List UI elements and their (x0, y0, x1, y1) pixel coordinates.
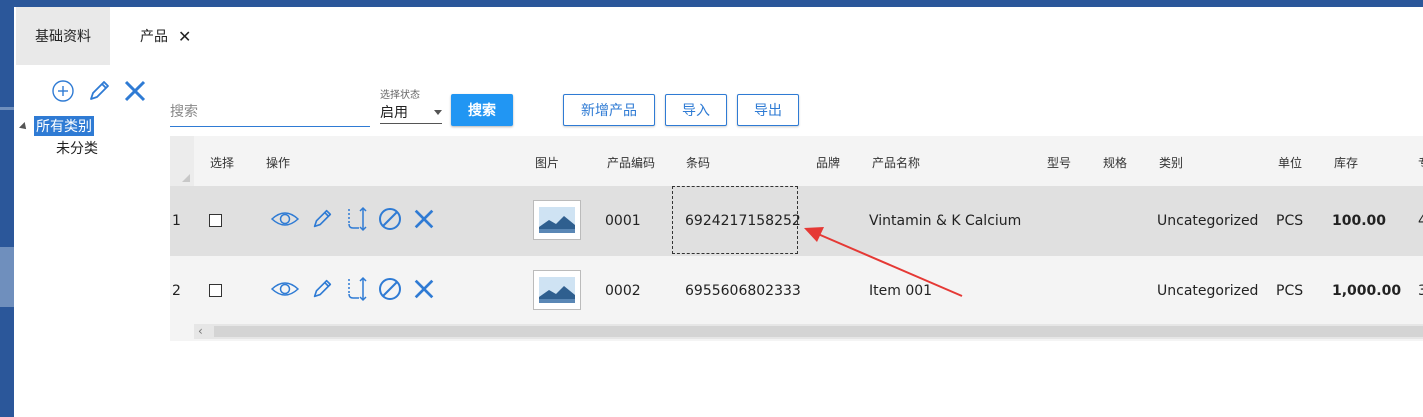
tree-item-uncategorized[interactable]: 未分类 (56, 138, 98, 158)
cell-barcode[interactable]: 6955606802333 (685, 283, 801, 299)
tab-basic-data[interactable]: 基础资料 (16, 7, 110, 65)
row-checkbox[interactable] (209, 214, 222, 227)
cell-name: Vintamin & K Calcium (869, 213, 1022, 229)
horizontal-scrollbar[interactable]: ‹ (194, 324, 1423, 339)
header-select[interactable]: 选择 (210, 154, 234, 171)
cell-stock: 100.00 (1332, 213, 1387, 229)
status-select-label: 选择状态 (380, 90, 420, 101)
header-model[interactable]: 型号 (1047, 154, 1071, 171)
left-bar-highlight (0, 247, 14, 307)
table-row[interactable]: 1 0001 6924217158252 Vintamin & K Calciu… (170, 186, 1423, 256)
pencil-icon[interactable] (310, 277, 334, 301)
import-button[interactable]: 导入 (665, 94, 727, 126)
row-index: 1 (172, 213, 181, 229)
export-button[interactable]: 导出 (737, 94, 799, 126)
delete-icon[interactable] (412, 277, 436, 301)
row-checkbox[interactable] (209, 284, 222, 297)
cell-code: 0002 (605, 283, 641, 299)
row-index: 2 (172, 283, 181, 299)
select-all-triangle-icon (182, 174, 190, 182)
header-unit[interactable]: 单位 (1278, 154, 1302, 171)
pencil-icon[interactable] (86, 78, 112, 104)
scrollbar-thumb[interactable] (214, 326, 1423, 337)
header-brand[interactable]: 品牌 (816, 154, 840, 171)
window-left-bar (0, 7, 14, 417)
header-extra[interactable]: 专 (1418, 154, 1423, 171)
cell-unit: PCS (1276, 283, 1304, 299)
tab-label: 产品 (140, 29, 168, 45)
status-select-field[interactable]: 启用 (380, 101, 442, 124)
grid-corner[interactable] (170, 136, 194, 186)
expand-triangle-icon[interactable] (19, 122, 29, 132)
cell-stock: 1,000.00 (1332, 283, 1402, 299)
close-icon[interactable]: ✕ (178, 27, 191, 46)
left-bar-mark (0, 107, 14, 110)
new-product-button[interactable]: 新增产品 (563, 94, 655, 126)
header-spec[interactable]: 规格 (1103, 154, 1127, 171)
split-icon[interactable] (344, 276, 368, 302)
image-placeholder-icon (539, 277, 575, 303)
product-grid: 选择 操作 图片 产品编码 条码 品牌 产品名称 型号 规格 类别 单位 库存 … (170, 136, 1423, 341)
tree-item-label: 所有类别 (34, 116, 94, 136)
product-image-thumbnail[interactable] (533, 270, 581, 310)
disable-icon[interactable] (378, 277, 402, 301)
pencil-icon[interactable] (310, 207, 334, 231)
cell-category: Uncategorized (1157, 213, 1259, 229)
delete-icon[interactable] (412, 207, 436, 231)
cell-barcode[interactable]: 6924217158252 (685, 213, 801, 229)
grid-header: 选择 操作 图片 产品编码 条码 品牌 产品名称 型号 规格 类别 单位 库存 … (170, 136, 1423, 186)
tab-bar: 基础资料 产品 ✕ (14, 7, 1423, 65)
header-stock[interactable]: 库存 (1334, 154, 1358, 171)
status-select-value: 启用 (380, 105, 408, 121)
tab-label: 基础资料 (35, 29, 91, 45)
header-code[interactable]: 产品编码 (607, 154, 655, 171)
scroll-left-arrow-icon[interactable]: ‹ (198, 324, 203, 338)
window-top-bar (0, 0, 1423, 7)
cell-category: Uncategorized (1157, 283, 1259, 299)
tree-toolbar (50, 78, 148, 104)
product-image-thumbnail[interactable] (533, 200, 581, 240)
header-image[interactable]: 图片 (535, 154, 559, 171)
split-icon[interactable] (344, 206, 368, 232)
cell-extra: 4 (1418, 213, 1423, 229)
header-category[interactable]: 类别 (1159, 154, 1183, 171)
cell-code: 0001 (605, 213, 641, 229)
plus-circle-icon[interactable] (50, 78, 76, 104)
close-icon[interactable] (122, 78, 148, 104)
header-name[interactable]: 产品名称 (872, 154, 920, 171)
cell-name: Item 001 (869, 283, 933, 299)
chevron-down-icon (434, 109, 442, 115)
cell-unit: PCS (1276, 213, 1304, 229)
disable-icon[interactable] (378, 207, 402, 231)
eye-icon[interactable] (270, 279, 300, 299)
table-row[interactable]: 2 0002 6955606802333 Item 001 Uncategori… (170, 256, 1423, 326)
status-select[interactable]: 选择状态 启用 (380, 86, 442, 124)
row-actions (270, 206, 436, 232)
tab-products[interactable]: 产品 ✕ (124, 7, 234, 65)
tree-item-all-categories[interactable]: 所有类别 (19, 116, 98, 136)
row-actions (270, 276, 436, 302)
search-button[interactable]: 搜索 (451, 94, 513, 126)
search-input[interactable] (170, 98, 370, 127)
category-tree: 所有类别 未分类 (19, 116, 98, 158)
eye-icon[interactable] (270, 209, 300, 229)
cell-extra: 3 (1418, 283, 1423, 299)
header-actions[interactable]: 操作 (266, 154, 290, 171)
header-barcode[interactable]: 条码 (686, 154, 710, 171)
image-placeholder-icon (539, 207, 575, 233)
